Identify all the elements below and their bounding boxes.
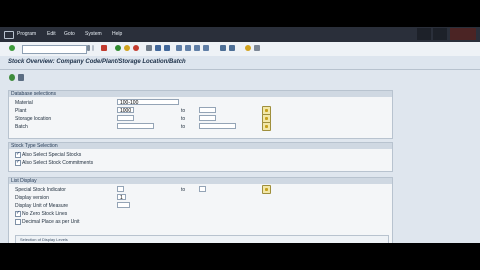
database-selections-header: Database selections [11,91,57,97]
exit-icon[interactable] [124,45,130,51]
title-bar: Stock Overview: Company Code/Plant/Stora… [0,56,480,70]
selection-display-levels-header: Selection of Display Levels [20,237,68,242]
list-display-header: List Display [11,178,37,184]
new-session-icon[interactable] [220,45,226,51]
cancel-icon[interactable] [133,45,139,51]
display-version-label: Display version [15,195,49,201]
display-version-input[interactable]: 1 [117,194,126,201]
material-input[interactable]: 100-100 [117,99,179,106]
plant-label: Plant [15,108,27,114]
special-stock-multiple-selection-icon[interactable] [262,185,271,194]
plant-to-input[interactable] [199,107,216,113]
decimal-place-label: Decimal Place as per Unit [22,219,80,225]
special-stock-indicator-input[interactable] [117,186,124,192]
standard-toolbar [0,42,480,57]
command-field[interactable] [22,45,87,54]
stock-commitments-checkbox[interactable]: ✓ [15,159,21,166]
sap-window: Program Edit Goto System Help Stock Over… [0,27,480,243]
menu-program[interactable]: Program [17,31,36,37]
list-display-group: List Display Special Stock Indicator to … [8,177,393,243]
get-variant-icon[interactable] [18,74,24,81]
no-zero-stock-checkbox[interactable]: ✓ [15,210,21,217]
batch-to-label: to [181,124,186,130]
menu-bar: Program Edit Goto System Help [0,27,480,43]
command-dropdown-icon[interactable] [87,45,90,51]
find-next-icon[interactable] [164,45,170,51]
maximize-button[interactable] [433,28,447,40]
previous-page-icon[interactable] [185,45,191,51]
special-stock-indicator-to-input[interactable] [199,186,206,192]
stock-type-selection-header: Stock Type Selection [11,143,58,149]
batch-label: Batch [15,124,28,130]
menu-help[interactable]: Help [112,31,122,37]
sap-menu-icon[interactable] [4,31,14,39]
minimize-button[interactable] [417,28,431,40]
save-icon[interactable] [101,45,107,51]
stock-commitments-label: Also Select Stock Commitments [22,160,94,166]
storage-location-to-label: to [181,116,186,122]
application-toolbar [0,70,480,86]
close-button[interactable] [450,28,476,40]
special-stocks-checkbox[interactable]: ✓ [15,151,21,158]
no-zero-stock-label: No Zero Stock Lines [22,211,68,217]
batch-to-input[interactable] [199,123,236,129]
plant-input[interactable]: 1000 [117,107,134,114]
plant-to-label: to [181,108,186,114]
special-stock-indicator-label: Special Stock Indicator [15,187,66,193]
page-title: Stock Overview: Company Code/Plant/Stora… [8,59,186,65]
stock-type-selection-group: Stock Type Selection ✓ Also Select Speci… [8,142,393,172]
display-unit-label: Display Unit of Measure [15,203,69,209]
back-icon[interactable] [115,45,121,51]
batch-multiple-selection-icon[interactable] [262,122,271,131]
selection-display-levels-group: Selection of Display Levels [15,235,389,243]
menu-system[interactable]: System [85,31,102,37]
batch-input[interactable] [117,123,154,129]
toolbar-separator [92,45,94,51]
display-unit-input[interactable] [117,202,130,208]
menu-goto[interactable]: Goto [64,31,75,37]
layout-menu-icon[interactable] [254,45,260,51]
storage-location-input[interactable] [117,115,134,121]
storage-location-to-input[interactable] [199,115,216,121]
decimal-place-checkbox[interactable] [15,219,21,225]
next-page-icon[interactable] [194,45,200,51]
help-icon[interactable] [245,45,251,51]
special-stock-indicator-to-label: to [181,187,186,193]
material-label: Material [15,100,33,106]
shortcut-icon[interactable] [229,45,235,51]
print-icon[interactable] [146,45,152,51]
first-page-icon[interactable] [176,45,182,51]
find-icon[interactable] [155,45,161,51]
enter-icon[interactable] [9,45,15,51]
last-page-icon[interactable] [203,45,209,51]
storage-location-label: Storage location [15,116,52,122]
menu-edit[interactable]: Edit [47,31,56,37]
database-selections-group: Database selections Material 100-100 Pla… [8,90,393,139]
execute-icon[interactable] [9,74,15,81]
special-stocks-label: Also Select Special Stocks [22,152,82,158]
